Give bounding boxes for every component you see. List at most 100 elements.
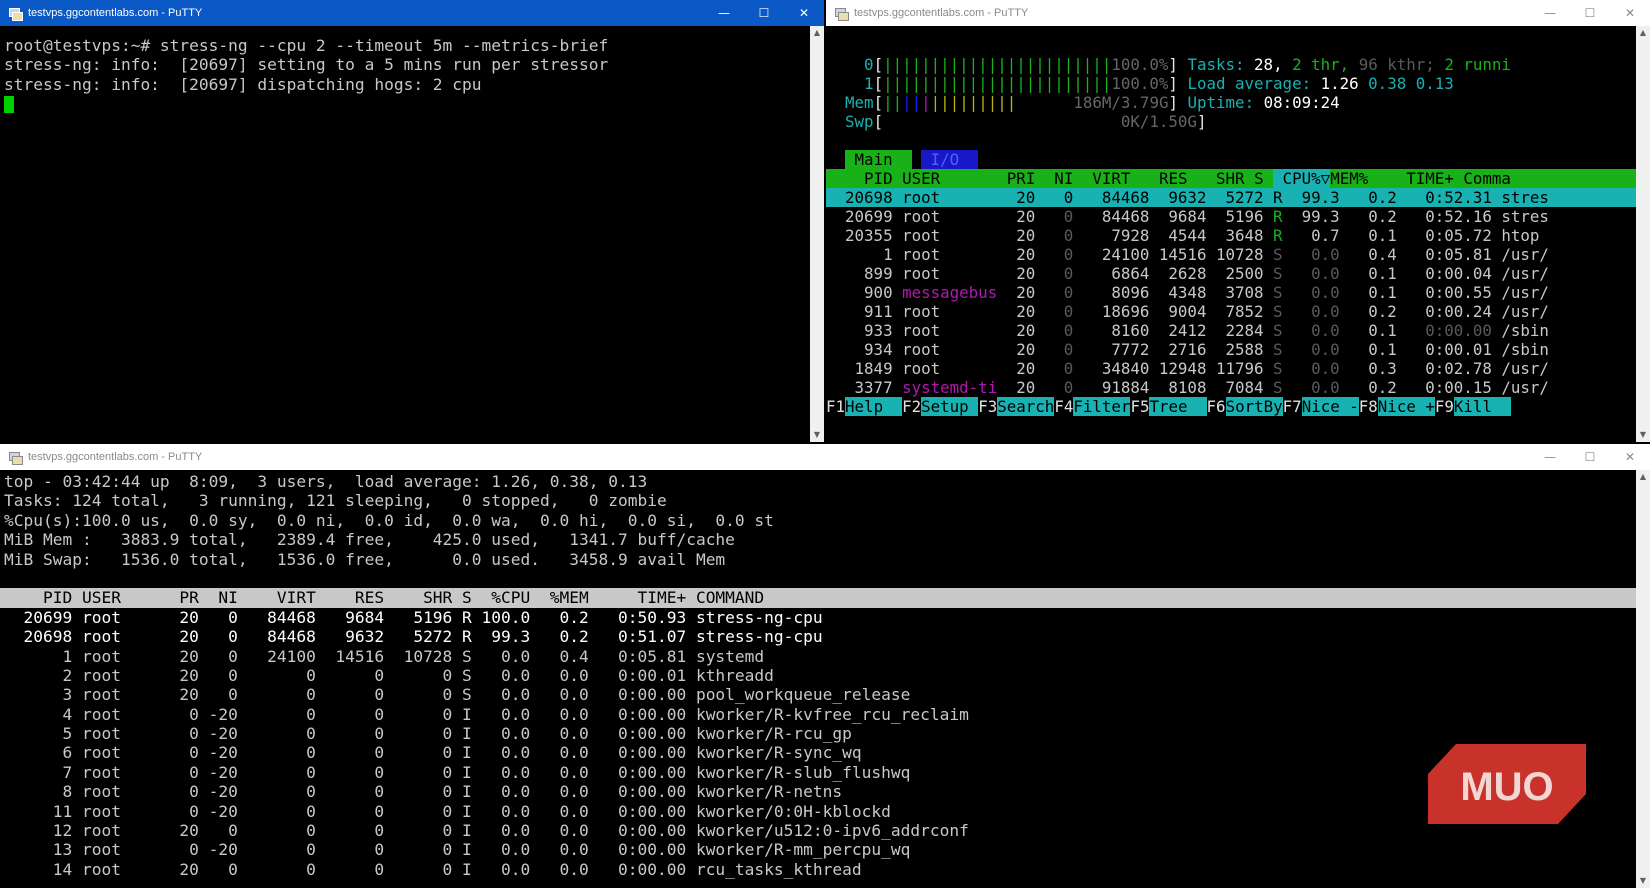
process-row[interactable]: 899 root 20 0 6864 2628 2500 S 0.0 0.1 0… (826, 264, 1636, 283)
process-row[interactable]: 20355 root 20 0 7928 4544 3648 R 0.7 0.1… (826, 226, 1636, 245)
fkey-f9[interactable]: F9 (1435, 397, 1454, 416)
fkey-label[interactable]: Tree (1149, 397, 1207, 416)
column-res[interactable]: RES (1130, 169, 1188, 188)
putty-window-top[interactable]: testvps.ggcontentlabs.com - PuTTY — ☐ ✕ … (0, 444, 1650, 888)
summary-line: top - 03:42:44 up 8:09, 3 users, load av… (4, 472, 648, 491)
scroll-up-arrow-icon[interactable]: ▲ (1636, 26, 1650, 40)
process-row[interactable]: 1 root 20 0 24100 14516 10728 S 0.0 0.4 … (826, 245, 1636, 264)
fkey-label[interactable]: Nice + (1377, 397, 1435, 416)
process-row: 11 root 0 -20 0 0 0 I 0.0 0.0 0:00.00 kw… (4, 801, 891, 821)
htop-column-header[interactable]: PID USER PRI NI VIRT RES SHR S CPU%▽MEM%… (826, 169, 1636, 188)
column-s[interactable]: S (1245, 169, 1274, 188)
summary-line: MiB Mem : 3883.9 total, 2389.4 free, 425… (4, 530, 735, 550)
putty-window-htop[interactable]: testvps.ggcontentlabs.com - PuTTY — ☐ ✕ … (826, 0, 1650, 442)
fkey-f8[interactable]: F8 (1359, 397, 1378, 416)
process-row: 6 root 0 -20 0 0 0 I 0.0 0.0 0:00.00 kwo… (4, 743, 862, 763)
scroll-down-arrow-icon[interactable]: ▼ (810, 428, 824, 442)
process-row: 12 root 20 0 0 0 0 I 0.0 0.0 0:00.00 kwo… (4, 821, 969, 841)
scroll-down-arrow-icon[interactable]: ▼ (1636, 428, 1650, 442)
process-row[interactable]: 911 root 20 0 18696 9004 7852 S 0.0 0.2 … (826, 302, 1636, 321)
column-time[interactable]: TIME+ (1368, 169, 1454, 188)
window-title: testvps.ggcontentlabs.com - PuTTY (28, 7, 203, 19)
titlebar[interactable]: testvps.ggcontentlabs.com - PuTTY — ☐ ✕ (826, 0, 1650, 26)
process-row: 2 root 20 0 0 0 0 S 0.0 0.0 0:00.01 kthr… (4, 665, 774, 685)
process-row: 7 root 0 -20 0 0 0 I 0.0 0.0 0:00.00 kwo… (4, 762, 911, 782)
column-user[interactable]: USER (902, 169, 988, 188)
process-table-header: PID USER PR NI VIRT RES SHR S %CPU %MEM … (0, 588, 1636, 608)
process-row[interactable]: 3377 systemd-ti 20 0 91884 8108 7084 S 0… (826, 378, 1636, 397)
cpu0-meter: 0[||||||||||||||||||||||||100.0%] Tasks:… (864, 55, 1511, 74)
scrollbar[interactable]: ▲ ▼ (1636, 26, 1650, 442)
maximize-button[interactable]: ☐ (1570, 0, 1610, 26)
process-row[interactable]: 1849 root 20 0 34840 12948 11796 S 0.0 0… (826, 359, 1636, 378)
fkey-f4[interactable]: F4 (1054, 397, 1073, 416)
mem-meter: Mem[|||||||||||||| 186M/3.79G] Uptime: 0… (845, 93, 1340, 112)
column-cpu[interactable]: CPU%▽ (1273, 169, 1331, 188)
close-button[interactable]: ✕ (1610, 444, 1650, 470)
process-row: 4 root 0 -20 0 0 0 I 0.0 0.0 0:00.00 kwo… (4, 704, 969, 724)
scroll-up-arrow-icon[interactable]: ▲ (1636, 470, 1650, 484)
minimize-button[interactable]: — (1530, 444, 1570, 470)
fkey-f2[interactable]: F2 (902, 397, 921, 416)
titlebar[interactable]: testvps.ggcontentlabs.com - PuTTY — ☐ ✕ (0, 444, 1650, 470)
tab-io[interactable]: I/O (921, 150, 979, 169)
process-row: 20698 root 20 0 84468 9632 5272 R 99.3 0… (4, 627, 823, 647)
column-virt[interactable]: VIRT (1073, 169, 1130, 188)
column-pri[interactable]: PRI (988, 169, 1036, 188)
column-pid[interactable]: PID (864, 169, 893, 188)
scroll-down-arrow-icon[interactable]: ▼ (1636, 874, 1650, 888)
process-row[interactable]: 934 root 20 0 7772 2716 2588 S 0.0 0.1 0… (826, 340, 1636, 359)
fkey-label[interactable]: Filter (1073, 397, 1131, 416)
scroll-up-arrow-icon[interactable]: ▲ (810, 26, 824, 40)
maximize-button[interactable]: ☐ (744, 0, 784, 26)
window-title: testvps.ggcontentlabs.com - PuTTY (28, 451, 203, 463)
htop-area[interactable]: 0[||||||||||||||||||||||||100.0%] Tasks:… (826, 26, 1636, 442)
terminal-area[interactable]: root@testvps:~# stress-ng --cpu 2 --time… (0, 26, 810, 442)
fkey-f1[interactable]: F1 (826, 397, 845, 416)
column-shr[interactable]: SHR (1187, 169, 1245, 188)
process-row: 3 root 20 0 0 0 0 S 0.0 0.0 0:00.00 pool… (4, 685, 911, 705)
process-row[interactable]: 933 root 20 0 8160 2412 2284 S 0.0 0.1 0… (826, 321, 1636, 340)
fkey-label[interactable]: Setup (921, 397, 979, 416)
scrollbar[interactable]: ▲ ▼ (810, 26, 824, 442)
column-ni[interactable]: NI (1035, 169, 1073, 188)
minimize-button[interactable]: — (1530, 0, 1570, 26)
column-command[interactable]: Comma (1454, 169, 1511, 188)
putty-window-stress[interactable]: testvps.ggcontentlabs.com - PuTTY — ☐ ✕ … (0, 0, 824, 442)
process-row: 13 root 0 -20 0 0 0 I 0.0 0.0 0:00.00 kw… (4, 840, 911, 860)
fkey-f5[interactable]: F5 (1130, 397, 1149, 416)
fkey-label[interactable]: Search (997, 397, 1055, 416)
maximize-button[interactable]: ☐ (1570, 444, 1610, 470)
fkey-label[interactable]: SortBy (1225, 397, 1283, 416)
fkey-label[interactable]: Help (845, 397, 903, 416)
process-row[interactable]: 900 messagebus 20 0 8096 4348 3708 S 0.0… (826, 283, 1636, 302)
terminal-line: stress-ng: info: [20697] setting to a 5 … (4, 55, 609, 75)
column-mem[interactable]: MEM% (1330, 169, 1368, 188)
minimize-button[interactable]: — (704, 0, 744, 26)
process-row[interactable]: 20698 root 20 0 84468 9632 5272 R 99.3 0… (826, 188, 1636, 207)
process-row[interactable]: 20699 root 20 0 84468 9684 5196 R 99.3 0… (826, 207, 1636, 226)
close-button[interactable]: ✕ (784, 0, 824, 26)
process-row: 5 root 0 -20 0 0 0 I 0.0 0.0 0:00.00 kwo… (4, 724, 852, 744)
summary-line: Tasks: 124 total, 3 running, 121 sleepin… (4, 491, 667, 511)
putty-icon (8, 6, 23, 21)
close-button[interactable]: ✕ (1610, 0, 1650, 26)
terminal-line: stress-ng: info: [20697] dispatching hog… (4, 74, 482, 94)
muo-logo: MUO (1428, 744, 1586, 824)
titlebar[interactable]: testvps.ggcontentlabs.com - PuTTY — ☐ ✕ (0, 0, 824, 26)
scrollbar[interactable]: ▲ ▼ (1636, 470, 1650, 888)
cpu1-meter: 1[||||||||||||||||||||||||100.0%] Load a… (864, 74, 1454, 93)
terminal-area[interactable]: top - 03:42:44 up 8:09, 3 users, load av… (0, 470, 1636, 888)
cursor-line (0, 94, 810, 114)
process-row: 14 root 20 0 0 0 0 I 0.0 0.0 0:00.00 rcu… (4, 859, 862, 879)
fkey-f6[interactable]: F6 (1207, 397, 1226, 416)
summary-line: %Cpu(s):100.0 us, 0.0 sy, 0.0 ni, 0.0 id… (4, 510, 774, 530)
svg-text:MUO: MUO (1460, 765, 1553, 809)
fkey-label[interactable]: Kill (1453, 397, 1511, 416)
fkey-f7[interactable]: F7 (1283, 397, 1302, 416)
fkey-f3[interactable]: F3 (978, 397, 997, 416)
process-row: 20699 root 20 0 84468 9684 5196 R 100.0 … (4, 607, 823, 627)
tab-main[interactable]: Main (845, 150, 912, 169)
htop-function-bar: F1Help F2Setup F3SearchF4FilterF5Tree F6… (826, 397, 1636, 416)
fkey-label[interactable]: Nice - (1301, 397, 1359, 416)
